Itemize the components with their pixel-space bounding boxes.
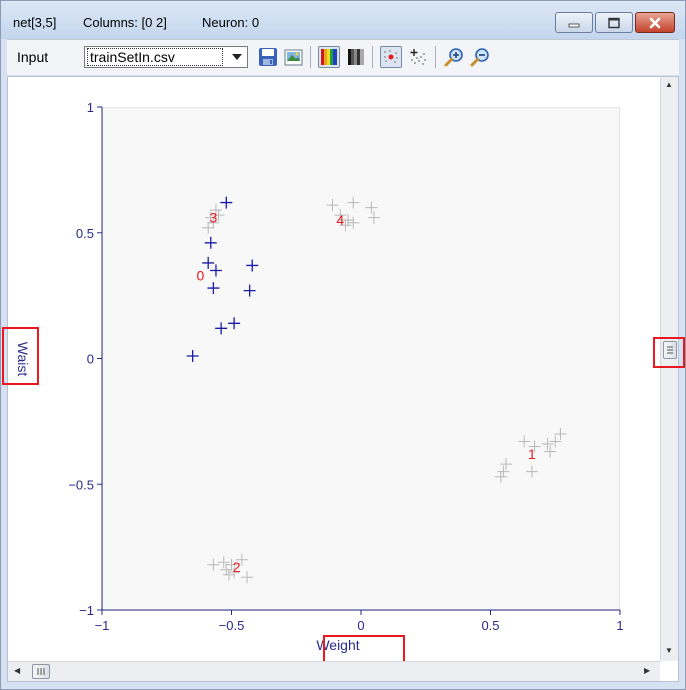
som-plot-window: net[3,5] Columns: [0 2] Neuron: 0 Input … (0, 0, 686, 690)
minimize-button[interactable] (555, 12, 593, 33)
toolbar-separator (310, 46, 311, 68)
toolbar-separator (372, 46, 373, 68)
y-tick-label: −0.5 (68, 477, 94, 492)
title-bar[interactable]: net[3,5] Columns: [0 2] Neuron: 0 (1, 1, 685, 39)
scatter-button[interactable] (407, 46, 429, 68)
save-icon (259, 48, 277, 66)
columns-label: Columns: [0 2] (83, 15, 167, 30)
color-map-icon (321, 49, 337, 65)
show-points-button[interactable] (380, 46, 402, 68)
data-point (326, 199, 339, 212)
data-point (549, 435, 562, 448)
maximize-icon (608, 17, 620, 28)
scatter-icon (410, 49, 426, 65)
input-file-value: trainSetIn.csv (87, 48, 223, 66)
data-point (186, 349, 199, 362)
data-point (220, 196, 233, 209)
data-point (500, 458, 513, 471)
data-point (365, 201, 378, 214)
data-point (497, 465, 510, 478)
data-point (243, 284, 256, 297)
scrollbar-highlight-box (653, 337, 685, 368)
horizontal-scrollbar[interactable]: ◀ ▶ (8, 661, 660, 681)
data-point (215, 322, 228, 335)
data-point (217, 556, 230, 569)
y-tick-label: 1 (87, 100, 94, 115)
scatter-chart[interactable]: −1 −0.5 0 0.5 1−1−0.500.51 0123 4 Weight Wais… (8, 77, 660, 661)
export-image-button[interactable] (283, 46, 305, 68)
vertical-scrollbar[interactable]: ▲ ▼ (660, 77, 678, 661)
y-tick-label: 0 (87, 352, 94, 367)
data-point (207, 282, 220, 295)
save-button[interactable] (257, 46, 279, 68)
y-tick-label: −1 (79, 603, 94, 618)
scroll-right-icon[interactable]: ▶ (644, 666, 650, 676)
data-point (220, 563, 233, 576)
grayscale-map-icon (348, 49, 364, 65)
scroll-down-icon[interactable]: ▼ (665, 646, 673, 656)
zoom-out-button[interactable] (469, 46, 491, 68)
color-map-button[interactable] (318, 46, 340, 68)
data-point (494, 470, 507, 483)
data-point (207, 558, 220, 571)
neuron-label: 3 (209, 210, 217, 226)
data-point (525, 465, 538, 478)
neuron-label: Neuron: 0 (202, 15, 260, 30)
scroll-left-icon[interactable]: ◀ (14, 666, 20, 676)
close-button[interactable] (635, 12, 675, 33)
data-point (541, 438, 554, 451)
plot-area[interactable]: −1 −0.5 0 0.5 1 −1 −0.5 0 0.5 1 01234 Weight Wais… (2, 76, 685, 682)
neuron-label: 0 (197, 268, 205, 284)
data-point (246, 259, 259, 272)
data-point (367, 211, 380, 224)
horizontal-scroll-thumb[interactable] (32, 664, 50, 679)
zoom-in-button[interactable] (443, 46, 465, 68)
neuron-label: 4 (336, 212, 344, 228)
grayscale-map-button[interactable] (345, 46, 367, 68)
data-point (554, 427, 567, 440)
data-point (544, 445, 557, 458)
y-tick-label: 0.5 (76, 226, 94, 241)
data-point (209, 264, 222, 277)
show-points-icon (384, 50, 398, 63)
input-file-select[interactable]: trainSetIn.csv (84, 46, 248, 68)
x-tick-label: 0.5 (481, 618, 499, 633)
neuron-label: 2 (233, 559, 241, 575)
toolbar-separator (435, 46, 436, 68)
minimize-icon (568, 23, 580, 27)
input-label: Input (17, 49, 49, 65)
x-tick-label: 0 (357, 618, 364, 633)
net-label: net[3,5] (13, 15, 57, 30)
close-icon (649, 17, 661, 28)
toolbar: Input trainSetIn.csv (7, 39, 679, 75)
data-point (241, 571, 254, 584)
export-image-icon (284, 49, 303, 66)
zoom-in-icon (444, 48, 463, 67)
data-point (228, 317, 241, 330)
x-tick-label: −1 (95, 618, 110, 633)
data-point (347, 196, 360, 209)
neuron-label: 1 (528, 446, 536, 462)
x-tick-label: 1 (616, 618, 623, 633)
maximize-button[interactable] (595, 12, 633, 33)
grip-icon (37, 668, 45, 675)
data-point (347, 216, 360, 229)
ylabel-highlight-box (2, 327, 39, 385)
zoom-out-icon (470, 48, 489, 67)
x-tick-label: −0.5 (219, 618, 245, 633)
scroll-up-icon[interactable]: ▲ (665, 80, 673, 90)
chevron-down-icon (227, 47, 247, 67)
data-point (204, 236, 217, 249)
